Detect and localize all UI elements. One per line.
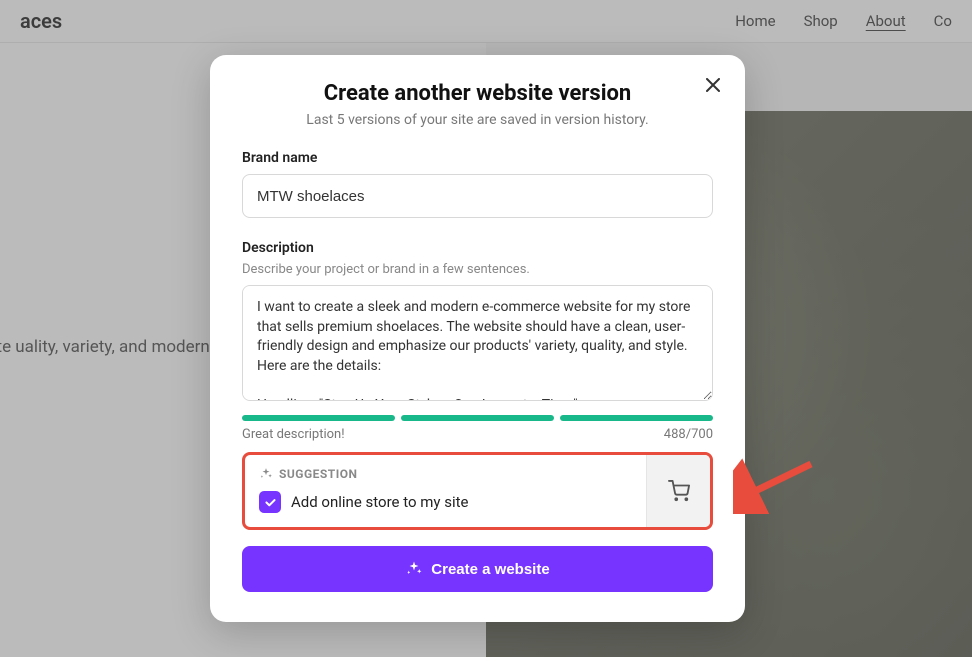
description-textarea[interactable]	[242, 285, 713, 401]
description-group: Description Describe your project or bra…	[242, 240, 713, 442]
suggestion-row[interactable]: Add online store to my site	[259, 491, 632, 513]
strength-seg-1	[242, 415, 395, 421]
description-label: Description	[242, 240, 713, 256]
modal-subtitle: Last 5 versions of your site are saved i…	[242, 112, 713, 128]
suggestion-text: Add online store to my site	[291, 493, 468, 511]
create-button-label: Create a website	[431, 561, 549, 578]
sparkle-icon	[259, 467, 273, 481]
brand-name-group: Brand name	[242, 150, 713, 218]
suggestion-label: SUGGESTION	[279, 467, 357, 481]
strength-seg-2	[401, 415, 554, 421]
suggestion-checkbox[interactable]	[259, 491, 281, 513]
modal-title: Create another website version	[242, 81, 713, 106]
strength-seg-3	[560, 415, 713, 421]
char-counter: 488/700	[664, 427, 713, 442]
description-hint: Describe your project or brand in a few …	[242, 262, 713, 277]
close-icon	[706, 78, 720, 92]
check-icon	[264, 496, 277, 509]
close-button[interactable]	[701, 73, 725, 97]
description-strength	[242, 415, 713, 421]
create-version-modal: Create another website version Last 5 ve…	[210, 55, 745, 622]
sparkle-icon	[405, 560, 423, 578]
suggestion-box: SUGGESTION Add online store to my site	[242, 452, 713, 530]
suggestion-main: SUGGESTION Add online store to my site	[245, 455, 646, 527]
brand-name-input[interactable]	[242, 174, 713, 218]
brand-name-label: Brand name	[242, 150, 713, 166]
description-meta: Great description! 488/700	[242, 427, 713, 442]
suggestion-icon-box	[646, 455, 710, 527]
create-website-button[interactable]: Create a website	[242, 546, 713, 592]
suggestion-header: SUGGESTION	[259, 467, 632, 481]
description-feedback: Great description!	[242, 427, 345, 442]
cart-icon	[668, 480, 690, 502]
